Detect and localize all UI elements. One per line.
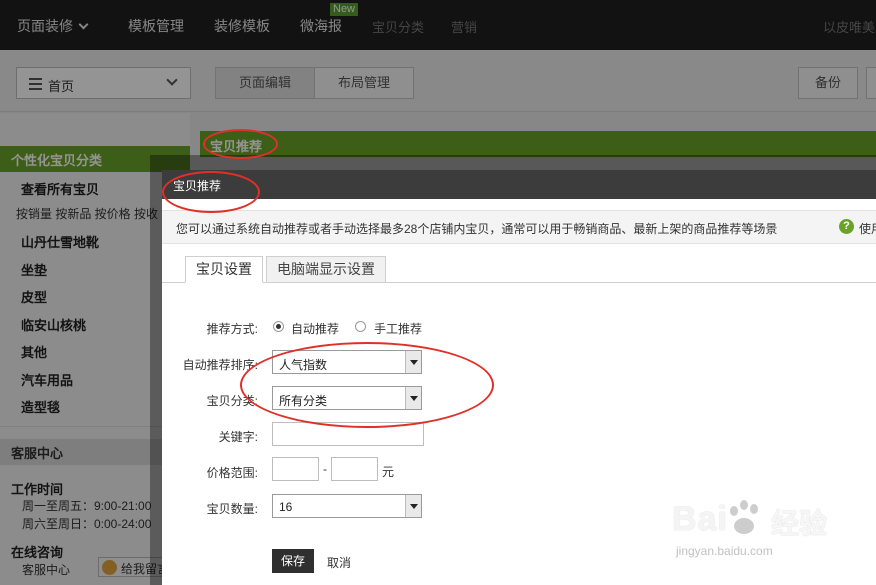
- notice-text: 您可以通过系统自动推荐或者手动选择最多28个店铺内宝贝，通常可以用于畅销商品、最…: [176, 222, 778, 236]
- annotation-circle: [240, 342, 494, 428]
- auto-recommend-radio[interactable]: [273, 321, 284, 332]
- dialog-notice: 您可以通过系统自动推荐或者手动选择最多28个店铺内宝贝，通常可以用于畅销商品、最…: [162, 210, 876, 244]
- price-label: 价格范围:: [206, 466, 258, 480]
- watermark-jingyan: 经验: [771, 508, 828, 539]
- watermark-url: jingyan.baidu.com: [676, 544, 773, 558]
- annotation-circle: [162, 171, 260, 213]
- price-max-input[interactable]: [331, 457, 378, 481]
- count-label: 宝贝数量:: [206, 502, 258, 516]
- dialog-tabs: 宝贝设置 电脑端显示设置: [162, 256, 876, 283]
- count-select-value: 16: [279, 500, 293, 514]
- save-button[interactable]: 保存: [272, 549, 314, 573]
- annotation-circle: [203, 129, 278, 159]
- sort-label: 自动推荐排序:: [182, 358, 258, 372]
- keyword-label: 关键字:: [218, 430, 258, 444]
- baidu-jingyan-watermark: Bai 经验 jingyan.baidu.com: [672, 494, 872, 566]
- price-separator: -: [323, 462, 327, 476]
- dialog-title-bar[interactable]: 宝贝推荐: [162, 170, 876, 199]
- help-icon[interactable]: ?: [839, 219, 854, 234]
- help-link[interactable]: 使用: [859, 220, 876, 237]
- method-label: 推荐方式:: [206, 322, 258, 336]
- watermark-logo-text: Bai: [672, 500, 728, 538]
- cancel-button[interactable]: 取消: [327, 554, 351, 571]
- price-min-input[interactable]: [272, 457, 319, 481]
- price-unit: 元: [382, 465, 395, 479]
- manual-recommend-label[interactable]: 手工推荐: [374, 320, 422, 337]
- dropdown-arrow-icon: [405, 495, 421, 517]
- tab-pc-display-settings[interactable]: 电脑端显示设置: [266, 256, 386, 283]
- count-select[interactable]: 16: [272, 494, 422, 518]
- tab-item-settings[interactable]: 宝贝设置: [185, 256, 263, 283]
- manual-recommend-radio[interactable]: [355, 321, 366, 332]
- paw-icon: [726, 500, 766, 540]
- auto-recommend-label[interactable]: 自动推荐: [291, 320, 339, 337]
